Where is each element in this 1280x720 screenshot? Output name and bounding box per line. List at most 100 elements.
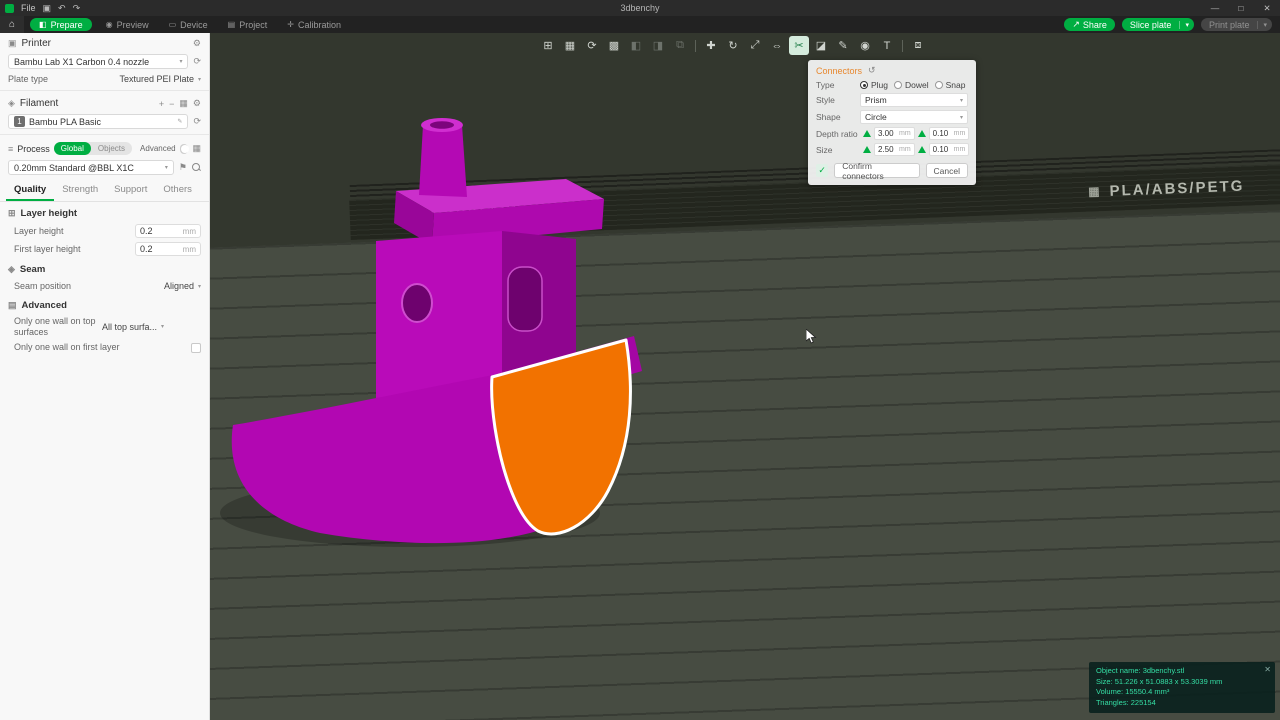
file-menu[interactable]: File [21,3,36,13]
layer-height-input[interactable] [140,226,176,236]
printer-preset-dropdown[interactable]: Bambu Lab X1 Carbon 0.4 nozzle ▾ [8,54,189,69]
tab-quality[interactable]: Quality [6,181,55,201]
add-model-icon[interactable]: ⊞ [538,36,558,55]
seam-position-dropdown[interactable]: Aligned ▾ [164,281,201,291]
3d-viewport[interactable]: HOT SURFACE ▦ PLA/ABS/PETG ⊞ ▦ ⟳ ▩ ◧ ◨ ⧉… [210,33,1280,720]
filament-preset-dropdown[interactable]: 1 Bambu PLA Basic ✎ [8,114,189,129]
wall-top-dropdown[interactable]: All top surfa... ▾ [102,322,164,332]
tab-calibration[interactable]: ✛ Calibration [277,16,351,33]
save-icon[interactable]: ▣ [43,0,52,16]
slice-dropdown-icon[interactable]: ▾ [1179,20,1194,29]
move-icon[interactable]: ✚ [701,36,721,55]
assembly-view-icon[interactable]: ⧈ [908,36,928,55]
depth-ratio-input[interactable] [878,129,899,138]
split-objects-icon[interactable]: ◧ [626,36,646,55]
close-icon[interactable]: ✕ [1264,664,1271,675]
objects-table-icon[interactable]: ▦ [192,143,201,154]
object-size-line: Size: 51.226 x 51.0883 x 53.3039 mm [1096,676,1223,686]
wall-top-value: All top surfa... [102,321,158,332]
size-input[interactable] [878,145,899,154]
style-label: Style [816,95,835,105]
arrange-icon[interactable]: ▩ [604,36,624,55]
reset-icon[interactable]: ↺ [868,65,876,76]
size-slider[interactable] [863,146,871,153]
search-icon[interactable] [192,163,201,172]
depth-ratio-slider[interactable] [863,130,871,137]
edit-icon[interactable]: ✎ [177,118,182,125]
seam-position-value: Aligned [163,281,194,291]
chevron-down-icon: ▾ [164,165,168,171]
shape-value: Circle [865,112,887,122]
undo-icon[interactable]: ↶ [58,0,66,16]
object-triangles-line: Triangles: 225154 [1096,697,1156,707]
settings-sidebar: ▣ Printer ⚙ Bambu Lab X1 Carbon 0.4 nozz… [0,33,210,720]
cancel-button[interactable]: Cancel [925,163,968,178]
auto-orient-icon[interactable]: ⟳ [582,36,602,55]
mirror-icon[interactable]: ⇔ [767,36,787,55]
redo-icon[interactable]: ↷ [73,0,81,16]
scale-icon[interactable]: ⤢ [745,36,765,55]
add-filament-icon[interactable]: + [159,99,164,109]
advanced-toggle-label: Advanced [140,144,176,153]
depth-tolerance-slider[interactable] [917,130,926,137]
minimize-button[interactable]: — [1202,0,1228,16]
depth-tolerance-input[interactable] [932,129,954,138]
tab-others[interactable]: Others [155,181,200,201]
process-preset-dropdown[interactable]: 0.20mm Standard @BBL X1C ▾ [8,160,174,175]
radio-dowel-label: Dowel [905,80,929,90]
tab-strength[interactable]: Strength [54,181,106,201]
size-tolerance-slider[interactable] [917,146,926,153]
shape-label: Shape [816,112,841,122]
maximize-button[interactable]: □ [1228,0,1254,16]
clone-icon[interactable]: ⧉ [670,36,690,55]
close-button[interactable]: ✕ [1254,0,1280,16]
size-tolerance-input[interactable] [932,145,954,154]
benchy-model[interactable] [210,33,1280,720]
shape-dropdown[interactable]: Circle ▾ [860,110,968,124]
radio-snap[interactable]: Snap [934,80,966,90]
tab-support[interactable]: Support [106,181,155,201]
cut-tool-icon[interactable]: ✂ [789,36,809,55]
device-icon: ▭ [168,20,177,29]
printer-settings-gear-icon[interactable]: ⚙ [193,38,201,49]
split-parts-icon[interactable]: ◨ [648,36,668,55]
support-paint-icon[interactable]: ✎ [833,36,853,55]
layer-height-label: Layer height [14,225,64,236]
text-tool-icon[interactable]: T [877,36,897,55]
wall-first-layer-checkbox[interactable] [191,342,201,353]
confirm-connectors-button[interactable]: Confirm connectors [834,161,920,181]
mesh-boolean-icon[interactable]: ◪ [811,36,831,55]
flush-volumes-icon[interactable]: ▦ [179,98,188,109]
slice-plate-button[interactable]: Slice plate ▾ [1121,18,1194,31]
filament-preset-value: Bambu PLA Basic [29,116,102,127]
main-tabbar: ⌂ ◧ Prepare ◉ Preview ▭ Device ▤ Project… [0,16,1280,33]
printer-sync-icon[interactable]: ⟳ [193,56,201,67]
print-dropdown-icon[interactable]: ▾ [1257,20,1272,29]
radio-dowel[interactable]: Dowel [894,80,929,90]
tab-prepare[interactable]: ◧ Prepare [24,16,96,33]
home-button[interactable]: ⌂ [0,16,24,33]
rotate-icon[interactable]: ↻ [723,36,743,55]
print-plate-button[interactable]: Print plate ▾ [1200,18,1272,31]
preset-flag-icon[interactable]: ⚑ [179,162,187,173]
filament-settings-gear-icon[interactable]: ⚙ [193,98,201,109]
radio-snap-dot [934,81,943,89]
plate-type-dropdown[interactable]: Textured PEI Plate ▾ [119,74,201,84]
filament-sync-icon[interactable]: ⟳ [193,116,201,127]
seam-section-label: Seam [19,264,46,275]
style-dropdown[interactable]: Prism ▾ [860,93,968,107]
scope-objects-button[interactable]: Objects [91,144,132,153]
tab-project[interactable]: ▤ Project [218,16,278,33]
tab-device[interactable]: ▭ Device [159,16,218,33]
tab-preview[interactable]: ◉ Preview [96,16,159,33]
toolbar-separator [902,39,903,52]
add-plate-icon[interactable]: ▦ [560,36,580,55]
printer-icon: ▣ [8,38,17,48]
seam-paint-icon[interactable]: ◉ [855,36,875,55]
first-layer-height-input[interactable] [140,244,176,254]
advanced-toggle[interactable] [179,143,189,154]
scope-global-button[interactable]: Global [53,142,91,155]
radio-plug[interactable]: Plug [860,80,888,90]
share-button[interactable]: ↗ Share [1064,18,1115,31]
remove-filament-icon[interactable]: − [169,99,174,109]
